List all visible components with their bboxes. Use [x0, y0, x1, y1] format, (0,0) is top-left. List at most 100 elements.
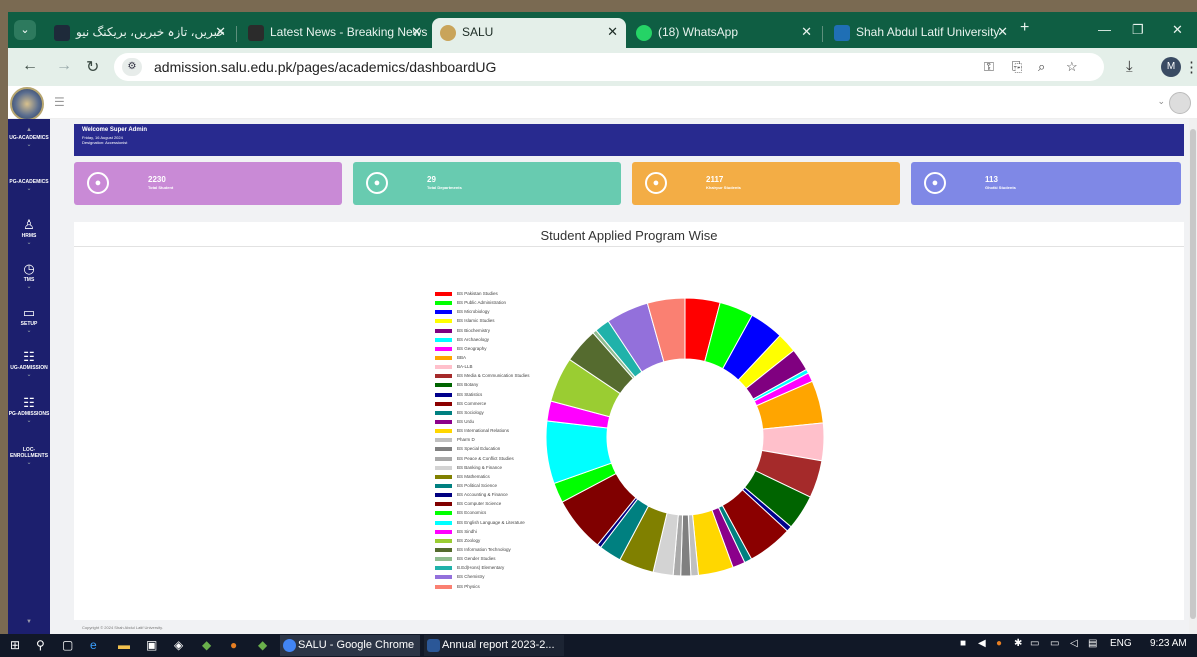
chevron-down-icon: ⌄: [26, 328, 32, 334]
stat-card-total-student[interactable]: ● 2230 Total Student: [74, 162, 342, 205]
scrollbar[interactable]: [1189, 119, 1197, 634]
legend-swatch: [435, 529, 452, 534]
restore-button[interactable]: ❐: [1132, 22, 1144, 38]
address-bar[interactable]: ⚙ admission.salu.edu.pk/pages/academics/…: [114, 53, 1104, 81]
legend-label: BS Islamic Studies: [457, 318, 495, 324]
password-key-icon[interactable]: ⚿: [984, 59, 994, 75]
university-logo[interactable]: [10, 87, 44, 121]
chevron-down-icon: ⌄: [26, 186, 32, 192]
sidebar-item-tms[interactable]: ◷ TMS ⌄: [8, 261, 50, 290]
donut-chart[interactable]: [540, 292, 830, 582]
sidebar-item-hrms[interactable]: ♙ HRMS ⌄: [8, 217, 50, 246]
legend-label: BS Chemistry: [457, 574, 485, 580]
close-icon[interactable]: ✕: [997, 18, 1008, 46]
hamburger-menu-icon[interactable]: ☰: [54, 95, 65, 109]
reload-icon[interactable]: ↻: [86, 57, 99, 77]
legend-swatch: [435, 419, 452, 424]
firefox-icon[interactable]: ●: [230, 638, 237, 652]
browser-tab[interactable]: خبریں، تازہ خبریں، بریکنگ نیو ✕: [46, 18, 234, 48]
close-icon[interactable]: ✕: [607, 18, 618, 46]
sidebar-item-setup[interactable]: ▭ SETUP ⌄: [8, 305, 50, 334]
sidebar-item-ug-academics[interactable]: UG-ACADEMICS ⌄: [8, 135, 50, 148]
chevron-down-icon: ⌄: [26, 284, 32, 290]
battery-icon[interactable]: ▭: [1050, 638, 1059, 649]
store-icon[interactable]: ▣: [146, 638, 157, 652]
task-view-icon[interactable]: ▢: [62, 638, 73, 652]
legend-label: BS Zoology: [457, 537, 481, 543]
file-explorer-icon[interactable]: ▬: [118, 638, 130, 652]
app-icon[interactable]: ◆: [258, 638, 267, 652]
bookmark-star-icon[interactable]: ☆: [1066, 59, 1078, 75]
tab-favicon: [834, 25, 850, 41]
new-tab-button[interactable]: +: [1020, 19, 1029, 37]
legend-label: BS Geography: [457, 345, 487, 351]
volume-muted-icon[interactable]: ◁: [1070, 638, 1078, 649]
tray-app-icon[interactable]: ■: [960, 638, 966, 649]
taskbar-app-word[interactable]: Annual report 2023-2...: [424, 635, 564, 656]
close-icon[interactable]: ✕: [215, 18, 226, 46]
sidebar-item-ug-admission[interactable]: ☷ UG-ADMISSION ⌄: [8, 349, 50, 378]
speaker-icon[interactable]: ◀: [978, 638, 986, 649]
user-avatar[interactable]: [1169, 92, 1191, 114]
scrollbar-thumb[interactable]: [1190, 129, 1196, 619]
edge-icon[interactable]: e: [90, 638, 97, 652]
legend-label: BS Commerce: [457, 400, 487, 406]
network-icon[interactable]: ▭: [1030, 638, 1039, 649]
stat-card-khairpur-students[interactable]: ● 2117 Khairpur Students: [632, 162, 900, 205]
legend-swatch: [435, 337, 452, 342]
browser-tab[interactable]: Shah Abdul Latif University ✕: [826, 18, 1016, 48]
minimize-button[interactable]: —: [1098, 22, 1111, 37]
bluetooth-icon[interactable]: ✱: [1014, 638, 1022, 649]
close-icon[interactable]: ✕: [801, 18, 812, 46]
close-icon[interactable]: ✕: [411, 18, 422, 46]
chevron-down-icon[interactable]: ⌄: [1157, 96, 1165, 107]
download-icon[interactable]: ⤓: [1126, 58, 1133, 75]
clock-time[interactable]: 9:23 AM: [1150, 638, 1187, 649]
search-icon[interactable]: ⚲: [36, 638, 45, 652]
tab-title: (18) WhatsApp: [658, 25, 739, 39]
legend-swatch: [435, 584, 452, 589]
zoom-icon[interactable]: ⌕: [1038, 59, 1045, 75]
sidebar-item-loc-enrollments[interactable]: LOC-ENROLLMENTS ⌄: [8, 447, 50, 466]
app-topbar: ☰ ⌄: [8, 86, 1197, 121]
sidebar-collapse-icon[interactable]: ▲: [8, 127, 50, 133]
word-icon: [427, 639, 440, 652]
profile-avatar[interactable]: M: [1161, 57, 1181, 77]
legend-label: BS Peace & Conflict Studies: [457, 455, 514, 461]
app-icon[interactable]: ◆: [202, 638, 211, 652]
legend-swatch: [435, 401, 452, 406]
legend-item[interactable]: BS Physics: [435, 582, 585, 591]
tray-app-icon[interactable]: ●: [996, 638, 1002, 649]
legend-label: BS Statistics: [457, 391, 483, 397]
user-circle-icon: ●: [645, 172, 667, 194]
notification-icon[interactable]: ▤: [1088, 638, 1097, 649]
app-icon[interactable]: ◈: [174, 638, 183, 652]
stat-card-total-departments[interactable]: ● 29 Total Departments: [353, 162, 621, 205]
install-app-icon[interactable]: ⎘: [1012, 59, 1022, 75]
tab-favicon: [54, 25, 70, 41]
back-icon[interactable]: ←: [22, 57, 38, 75]
browser-tab-active[interactable]: SALU ✕: [432, 18, 626, 48]
legend-label: BS Computer Science: [457, 501, 502, 507]
close-window-button[interactable]: ✕: [1172, 22, 1183, 38]
stat-value: 2230: [148, 175, 166, 184]
chevron-down-icon: ⌄: [26, 418, 32, 424]
menu-kebab-icon[interactable]: ⋮: [1184, 58, 1197, 76]
legend-swatch: [435, 328, 452, 333]
language-indicator[interactable]: ENG: [1110, 638, 1132, 649]
browser-tab[interactable]: (18) WhatsApp ✕: [628, 18, 820, 48]
browser-tab[interactable]: Latest News - Breaking News ✕: [240, 18, 430, 48]
sidebar-scroll-down-icon[interactable]: ▼: [8, 619, 50, 625]
user-circle-icon: ●: [924, 172, 946, 194]
site-info-icon[interactable]: ⚙: [122, 58, 142, 76]
taskbar-app-chrome[interactable]: SALU - Google Chrome: [280, 635, 420, 656]
stat-card-ghotki-students[interactable]: ● 113 Ghotki Students: [911, 162, 1181, 205]
forward-icon[interactable]: →: [56, 57, 72, 75]
legend-label: BS Pakistan Studies: [457, 291, 498, 296]
legend-swatch: [435, 374, 452, 379]
sidebar-item-pg-academics[interactable]: PG-ACADEMICS ⌄: [8, 179, 50, 192]
sidebar: ▲ UG-ACADEMICS ⌄ PG-ACADEMICS ⌄ ♙ HRMS ⌄…: [8, 119, 50, 634]
windows-start-icon[interactable]: ⊞: [10, 638, 20, 652]
tab-search-button[interactable]: ⌄: [14, 20, 36, 40]
sidebar-item-pg-admissions[interactable]: ☷ PG-ADMISSIONS ⌄: [8, 395, 50, 424]
